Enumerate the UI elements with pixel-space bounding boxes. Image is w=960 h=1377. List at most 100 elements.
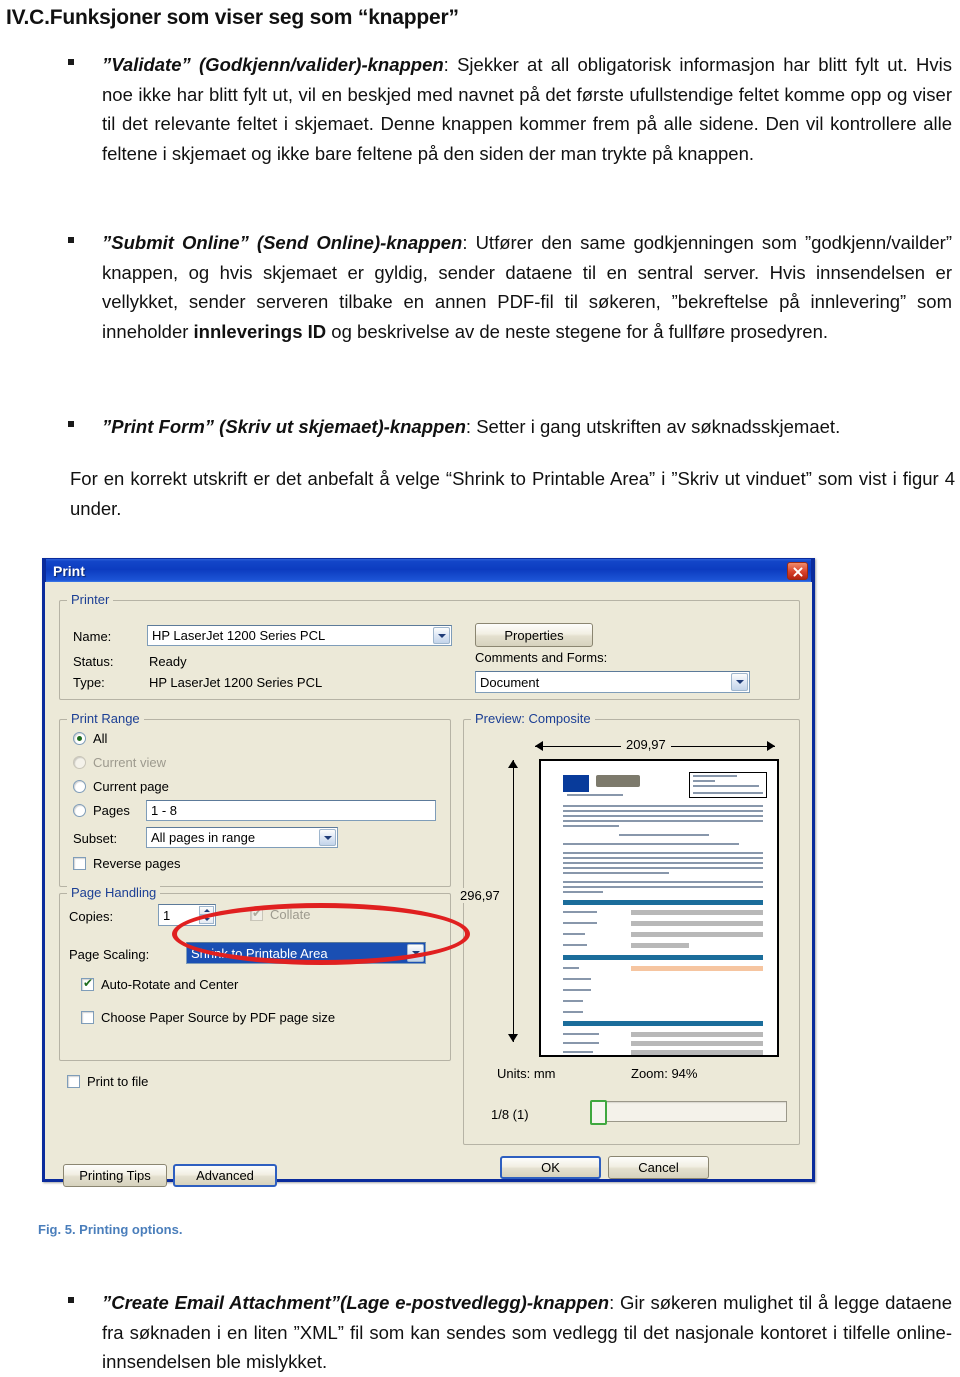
preview-height-value: 296,97 — [455, 888, 505, 903]
bullet-marker-icon — [68, 421, 74, 427]
eu-flag-icon — [563, 775, 589, 792]
auto-rotate-checkbox[interactable] — [81, 976, 94, 991]
page-scaling-value: Shrink to Printable Area — [191, 945, 328, 961]
preview-page-slider-track[interactable] — [590, 1100, 787, 1125]
preview-group-legend: Preview: Composite — [471, 711, 595, 726]
page-scaling-combo[interactable]: Shrink to Printable Area — [186, 942, 426, 964]
preview-body-line — [563, 843, 739, 845]
preview-field-label — [563, 922, 597, 924]
preview-units-label: Units: mm — [497, 1066, 556, 1081]
preview-body-line — [563, 867, 763, 869]
print-dialog-title: Print — [53, 562, 85, 579]
cancel-button[interactable]: Cancel — [608, 1156, 709, 1179]
preview-body-line — [563, 820, 763, 822]
radio-current-page[interactable] — [73, 780, 86, 793]
preview-field-value — [631, 1041, 763, 1046]
chevron-down-icon[interactable] — [319, 829, 336, 846]
page-scaling-label: Page Scaling: — [69, 947, 150, 962]
print-dialog: Print Printer Name: HP LaserJet 1200 Ser… — [42, 558, 815, 1187]
copies-stepper[interactable]: 1 — [158, 904, 216, 926]
print-to-file-checkbox[interactable] — [67, 1075, 80, 1088]
copies-spinner[interactable] — [199, 906, 214, 924]
preview-body-line — [619, 834, 709, 836]
printer-name-combo[interactable]: HP LaserJet 1200 Series PCL — [147, 625, 452, 646]
preview-body-line — [563, 881, 763, 883]
reverse-pages-checkbox[interactable] — [73, 857, 86, 870]
preview-field-label — [563, 989, 591, 991]
preview-field-value-highlight — [631, 966, 763, 971]
bullet-item-submit-online: ”Submit Online” (Send Online)-knappen: U… — [68, 228, 952, 346]
collate-label: Collate — [270, 907, 311, 922]
ok-button[interactable]: OK — [500, 1156, 601, 1179]
preview-hdr-line — [693, 780, 715, 782]
spinner-up-icon[interactable] — [199, 906, 214, 915]
preview-body-line — [563, 857, 763, 859]
chevron-down-icon[interactable] — [433, 627, 450, 644]
printer-status-label: Status: — [73, 654, 114, 669]
preview-section-band — [563, 1021, 763, 1026]
preview-body-line — [563, 872, 669, 874]
preview-field-label — [563, 1033, 599, 1035]
radio-current-view-label: Current view — [93, 755, 166, 770]
arrow-up-icon — [508, 760, 518, 768]
bullet-marker-icon — [68, 59, 74, 65]
chevron-down-icon[interactable] — [731, 673, 748, 691]
preview-field-value — [631, 943, 689, 948]
bullet-item-validate: ”Validate” (Godkjenn/valider)-knappen: S… — [68, 50, 952, 168]
printer-type-value: HP LaserJet 1200 Series PCL — [149, 675, 323, 690]
advanced-button[interactable]: Advanced — [173, 1164, 277, 1187]
printer-type-label: Type: — [73, 675, 105, 690]
chevron-down-icon[interactable] — [407, 944, 424, 962]
print-dialog-titlebar: Print — [45, 558, 812, 582]
bullet-body2-submit-online: og beskrivelse av de neste stegene for å… — [326, 320, 829, 342]
spinner-down-icon[interactable] — [199, 915, 214, 924]
printer-name-label: Name: — [73, 629, 112, 644]
advanced-label: Advanced — [196, 1168, 254, 1183]
preview-height-dimension: 296,97 — [455, 760, 519, 1042]
bullet-text-submit-online: ”Submit Online” (Send Online)-knappen: U… — [102, 228, 952, 346]
preview-width-value: 209,97 — [621, 737, 671, 752]
preview-field-value — [631, 910, 763, 915]
radio-pages[interactable] — [73, 804, 86, 817]
preview-field-label — [563, 1042, 599, 1044]
properties-button[interactable]: Properties — [475, 623, 593, 647]
preview-field-label — [563, 933, 585, 935]
preview-logo-mark — [596, 775, 640, 787]
comments-forms-combo[interactable]: Document — [475, 671, 750, 693]
bullet-text-validate: ”Validate” (Godkjenn/valider)-knappen: S… — [102, 50, 952, 168]
radio-all[interactable] — [73, 732, 86, 745]
choose-paper-source-label: Choose Paper Source by PDF page size — [101, 1010, 336, 1025]
preview-section-band — [563, 955, 763, 960]
arrow-right-icon — [767, 741, 775, 751]
page-title: IV.C.Funksjoner som viser seg som “knapp… — [6, 6, 459, 29]
preview-body-line — [563, 805, 763, 807]
print-dialog-body: Printer Name: HP LaserJet 1200 Series PC… — [45, 582, 812, 1187]
radio-all-label: All — [93, 731, 108, 746]
radio-pages-label: Pages — [93, 803, 130, 818]
preview-field-label — [563, 1051, 593, 1053]
bullet-marker-icon — [68, 237, 74, 243]
preview-hdr-line — [693, 775, 737, 777]
preview-page-slider-thumb[interactable] — [590, 1100, 607, 1125]
preview-field-value — [631, 1032, 763, 1037]
preview-field-label — [563, 911, 597, 913]
preview-field-value — [631, 921, 763, 926]
pages-input[interactable]: 1 - 8 — [146, 800, 436, 821]
note-paragraph: For en korrekt utskrift er det anbefalt … — [70, 468, 955, 519]
figure-caption: Fig. 5. Printing options. — [38, 1222, 183, 1237]
radio-current-page-label: Current page — [93, 779, 169, 794]
bullet-bold-innleverings-id: innleverings ID — [193, 320, 327, 342]
bullet-term-print-form: ”Print Form” (Skriv ut skjemaet)-knappen — [102, 416, 466, 437]
printer-name-value: HP LaserJet 1200 Series PCL — [152, 628, 326, 643]
preview-field-value — [631, 1050, 763, 1055]
printing-tips-button[interactable]: Printing Tips — [63, 1164, 167, 1187]
preview-hdr-line — [693, 785, 759, 787]
choose-paper-source-checkbox[interactable] — [81, 1011, 94, 1024]
bullet-term-create-email-attachment: ”Create Email Attachment”(Lage e-postved… — [102, 1292, 610, 1313]
close-icon[interactable] — [787, 561, 808, 580]
reverse-pages-label: Reverse pages — [93, 856, 181, 871]
arrow-down-icon — [508, 1034, 518, 1042]
subset-combo[interactable]: All pages in range — [146, 827, 338, 848]
preview-body-line — [563, 886, 763, 888]
ok-button-label: OK — [541, 1160, 560, 1175]
